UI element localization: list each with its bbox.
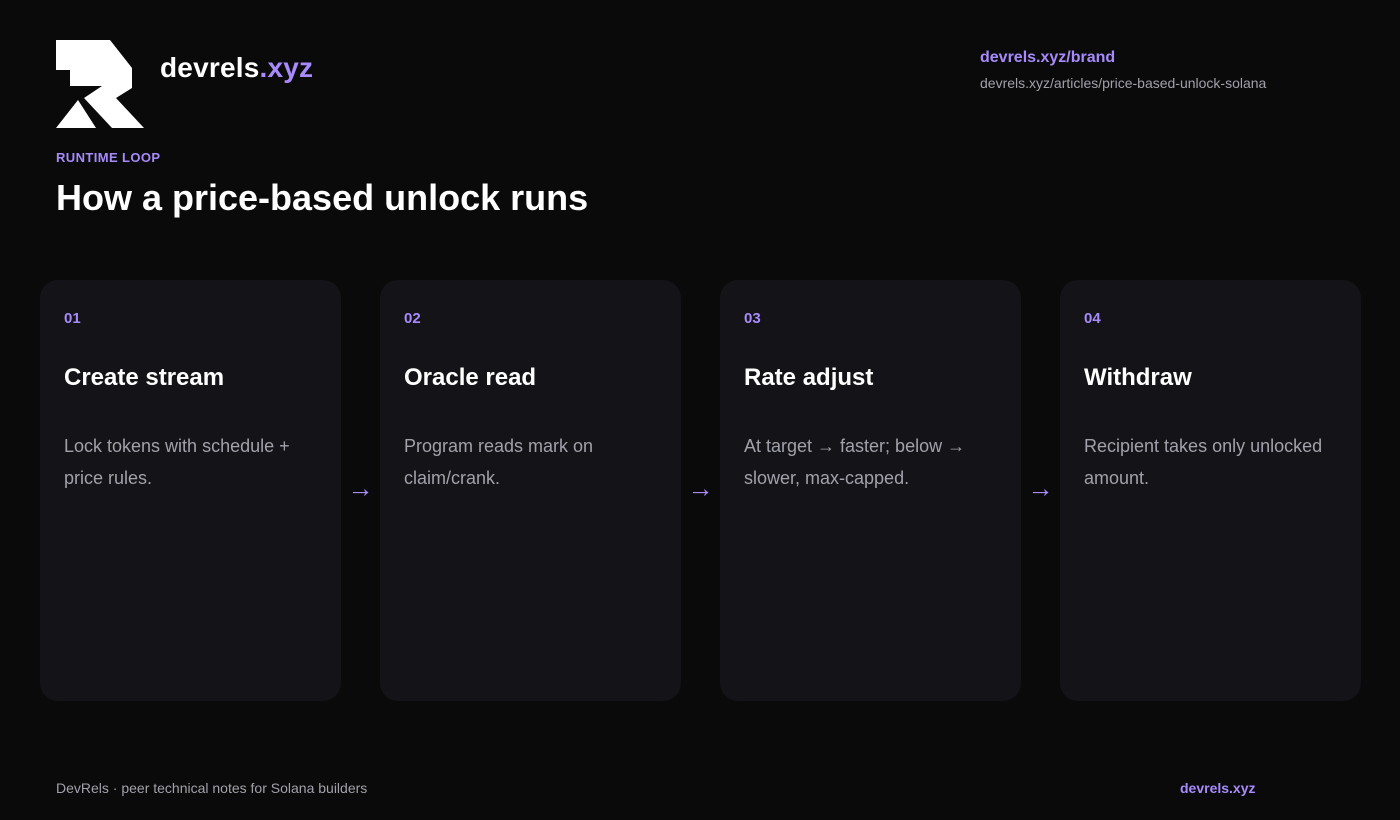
footer-tagline: DevRels · peer technical notes for Solan… xyxy=(56,780,368,796)
step-number: 03 xyxy=(744,310,761,327)
brand-name-main: devrels xyxy=(160,52,260,83)
arrow-right-icon: → xyxy=(687,473,714,503)
arrow-right-icon: → xyxy=(347,473,374,503)
step-card-create-stream: 01 Create stream Lock tokens with schedu… xyxy=(40,280,341,701)
page: devrels.xyz devrels.xyz/brand devrels.xy… xyxy=(0,0,1400,820)
arrow-right-icon: → xyxy=(1027,473,1054,503)
article-url[interactable]: devrels.xyz/articles/price-based-unlock-… xyxy=(980,74,1266,92)
step-number: 04 xyxy=(1084,310,1101,327)
step-title: Rate adjust xyxy=(744,364,874,391)
step-number: 02 xyxy=(404,310,421,327)
step-description: Program reads mark on claim/crank. xyxy=(404,436,594,488)
step-description: Recipient takes only unlocked amount. xyxy=(1084,436,1323,488)
step-title: Create stream xyxy=(64,364,225,391)
step-number: 01 xyxy=(64,310,81,327)
step-card-withdraw: 04 Withdraw Recipient takes only unlocke… xyxy=(1060,280,1361,701)
brand-name: devrels.xyz xyxy=(160,52,313,84)
brand-name-accent: .xyz xyxy=(259,52,314,83)
reference-block: devrels.xyz/brand devrels.xyz/articles/p… xyxy=(980,48,1266,92)
devrels-logo-icon xyxy=(56,40,144,128)
footer-link[interactable]: devrels.xyz xyxy=(1180,780,1256,796)
step-description: Lock tokens with schedule + price rules. xyxy=(64,436,290,488)
page-title: How a price-based unlock runs xyxy=(56,177,589,218)
step-title: Withdraw xyxy=(1084,364,1192,391)
step-card-oracle-read: 02 Oracle read Program reads mark on cla… xyxy=(380,280,681,701)
section-eyebrow: RUNTIME LOOP xyxy=(56,150,161,165)
brand-link[interactable]: devrels.xyz/brand xyxy=(980,48,1266,68)
step-description: At target → faster; below → slower, max-… xyxy=(744,436,966,488)
step-title: Oracle read xyxy=(404,364,537,391)
step-card-rate-adjust: 03 Rate adjust At target → faster; below… xyxy=(720,280,1021,701)
